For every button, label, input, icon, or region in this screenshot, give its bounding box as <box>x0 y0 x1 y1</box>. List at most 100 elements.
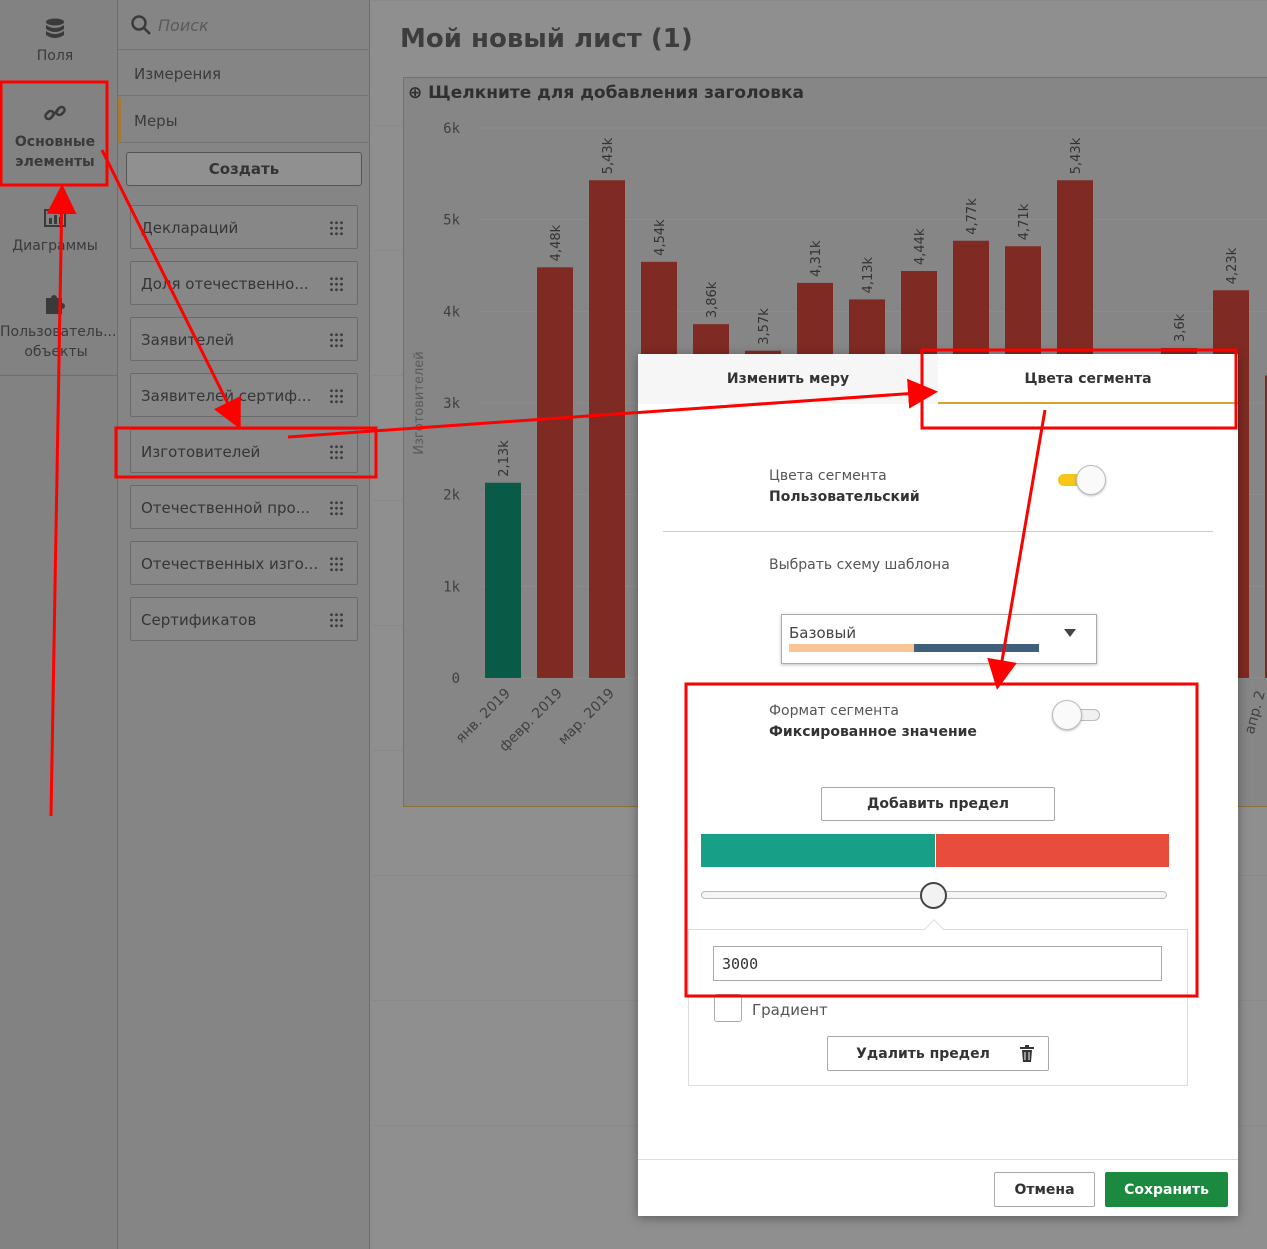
format-toggle[interactable] <box>1052 699 1102 731</box>
measure-label: Деклараций <box>141 219 239 237</box>
divider <box>663 531 1213 532</box>
data-label: 2,13k <box>497 440 512 477</box>
caret-down-icon <box>1064 629 1076 637</box>
asset-panel: Измерения Меры Создать Деклараций Доля о… <box>118 0 370 1249</box>
y-tick-label: 2k <box>443 488 460 504</box>
data-label: 5,43k <box>601 137 616 174</box>
bar <box>537 267 573 678</box>
gradient-checkbox[interactable] <box>714 994 742 1022</box>
segment-colors-value: Пользовательский <box>769 489 920 505</box>
rail-label: Поля <box>36 48 74 64</box>
toggle-knob <box>1076 465 1106 495</box>
measure-item[interactable]: Изготовителей <box>130 429 358 473</box>
rail-label: Пользователь... объекты <box>0 324 117 360</box>
segment-color-low[interactable] <box>701 834 936 867</box>
drag-handle-icon[interactable] <box>329 220 343 236</box>
segment-color-high[interactable] <box>935 834 1169 867</box>
create-button[interactable]: Создать <box>126 152 362 186</box>
scheme-dropdown[interactable]: Базовый <box>781 614 1097 664</box>
puzzle-icon <box>46 295 65 314</box>
measure-item[interactable]: Отечественной про... <box>130 485 358 529</box>
measure-label: Отечественных изго... <box>141 555 319 573</box>
drag-handle-icon[interactable] <box>329 444 343 460</box>
format-value: Фиксированное значение <box>769 724 977 740</box>
search-input[interactable] <box>158 12 358 38</box>
measure-label: Доля отечественно... <box>141 275 309 293</box>
drag-handle-icon[interactable] <box>329 388 343 404</box>
drag-handle-icon[interactable] <box>329 556 343 572</box>
x-tick-label: апр. 2 <box>1242 689 1267 736</box>
y-tick-label: 1k <box>443 579 460 595</box>
rail-item-charts[interactable]: Диаграммы <box>0 206 110 254</box>
measure-item[interactable]: Деклараций <box>130 205 358 249</box>
dialog-footer: Отмена Сохранить <box>638 1159 1238 1216</box>
rail-item-master-items[interactable]: Основные элементы <box>0 100 110 172</box>
save-button[interactable]: Сохранить <box>1105 1172 1228 1207</box>
measure-item[interactable]: Отечественных изго... <box>130 541 358 585</box>
gradient-label: Градиент <box>752 1001 828 1019</box>
measure-item[interactable]: Сертификатов <box>130 597 358 641</box>
measure-item[interactable]: Доля отечественно... <box>130 261 358 305</box>
data-label: 4,77k <box>965 198 980 235</box>
y-tick-label: 0 <box>452 671 460 687</box>
scheme-swatch <box>914 644 1039 652</box>
y-axis-label: Изготовителей <box>412 351 427 454</box>
delete-limit-label: Удалить предел <box>856 1045 990 1062</box>
bar-chart-icon <box>44 209 66 227</box>
data-label: 3,86k <box>705 281 720 318</box>
category-measures[interactable]: Меры <box>118 97 370 143</box>
drag-handle-icon[interactable] <box>329 332 343 348</box>
y-tick-label: 5k <box>443 213 460 229</box>
measure-label: Заявителей сертиф... <box>141 387 312 405</box>
data-label: 4,31k <box>809 240 824 277</box>
x-tick-label: мар. 2019 <box>555 686 618 749</box>
search-bar <box>118 0 370 50</box>
y-tick-label: 6k <box>443 121 460 137</box>
add-limit-button[interactable]: Добавить предел <box>821 787 1055 821</box>
tab-segment-colors[interactable]: Цвета сегмента <box>938 354 1238 404</box>
scheme-value: Базовый <box>789 624 857 642</box>
measure-label: Отечественной про... <box>141 499 311 517</box>
scheme-label: Выбрать схему шаблона <box>769 557 950 573</box>
segment-colors-label: Цвета сегмента <box>769 468 887 484</box>
drag-handle-icon[interactable] <box>329 276 343 292</box>
rail-divider <box>0 375 118 376</box>
data-label: 5,43k <box>1069 137 1084 174</box>
bar <box>589 180 625 678</box>
y-tick-label: 4k <box>443 304 460 320</box>
limit-slider-handle[interactable] <box>920 882 947 909</box>
page-title: Мой новый лист (1) <box>400 24 693 54</box>
left-rail: Поля Основные элементы Диаграммы Пользов… <box>0 0 118 1249</box>
data-label: 3,6k <box>1173 313 1188 342</box>
rail-label: Основные элементы <box>14 134 96 170</box>
data-label: 4,48k <box>549 224 564 261</box>
limit-value-input[interactable] <box>713 946 1162 981</box>
drag-handle-icon[interactable] <box>329 612 343 628</box>
measure-item[interactable]: Заявителей сертиф... <box>130 373 358 417</box>
database-icon <box>46 18 64 38</box>
y-tick-label: 3k <box>443 396 460 412</box>
data-label: 4,54k <box>653 219 668 256</box>
drag-handle-icon[interactable] <box>329 500 343 516</box>
dialog-tabs: Изменить меру Цвета сегмента <box>638 354 1238 404</box>
measure-item[interactable]: Заявителей <box>130 317 358 361</box>
rail-item-custom-objects[interactable]: Пользователь... объекты <box>0 290 117 362</box>
delete-limit-button[interactable]: Удалить предел <box>827 1036 1049 1071</box>
tab-edit-measure[interactable]: Изменить меру <box>638 354 938 404</box>
link-icon <box>44 105 66 121</box>
segment-colors-toggle[interactable] <box>1056 464 1106 496</box>
segment-colors-dialog: Изменить меру Цвета сегмента Цвета сегме… <box>638 354 1238 1216</box>
measure-label: Изготовителей <box>141 443 261 461</box>
cancel-button[interactable]: Отмена <box>994 1172 1095 1207</box>
data-label: 3,57k <box>757 308 772 345</box>
measure-label: Заявителей <box>141 331 234 349</box>
rail-item-fields[interactable]: Поля <box>0 16 110 64</box>
rail-label: Диаграммы <box>12 238 98 254</box>
segment-color-bar <box>701 834 1169 867</box>
search-icon <box>131 15 151 35</box>
scheme-swatch <box>789 644 914 652</box>
category-dimensions[interactable]: Измерения <box>118 50 370 96</box>
trash-icon <box>1020 1045 1034 1062</box>
toggle-knob <box>1052 700 1082 730</box>
data-label: 4,44k <box>913 228 928 265</box>
